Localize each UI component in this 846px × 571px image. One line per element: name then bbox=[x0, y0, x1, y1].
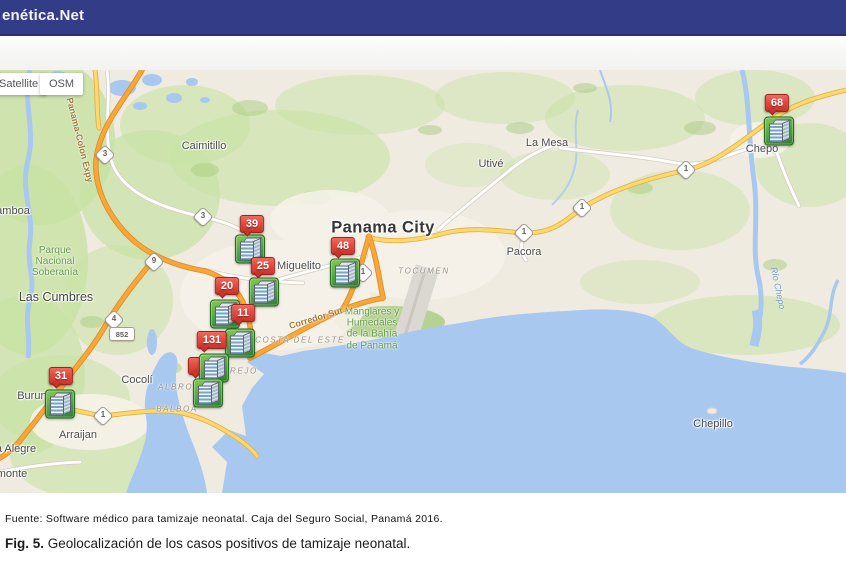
route-shield: 9 bbox=[143, 251, 164, 272]
route-shield: 1 bbox=[92, 405, 113, 426]
route-shield: 852 bbox=[109, 327, 135, 341]
clinic-building-icon[interactable] bbox=[193, 379, 223, 408]
town-label: Arraijan bbox=[59, 429, 97, 441]
road-label: Panama-Colon Expy bbox=[65, 97, 96, 184]
case-count-marker[interactable]: 131 bbox=[197, 331, 227, 349]
map-overlays: Panama City amboa Caimitillo La Mesa Utivé Pa… bbox=[0, 70, 846, 493]
city-label: Panama City bbox=[331, 219, 434, 238]
clinic-building-icon[interactable] bbox=[330, 259, 360, 288]
figure-number: Fig. 5. bbox=[5, 536, 44, 551]
nature-label: Manglares yHumedalesde la Bahíade Panamá bbox=[345, 307, 399, 352]
route-shield: 1 bbox=[675, 159, 696, 180]
app-header: enética.Net bbox=[0, 0, 846, 36]
town-label: La Mesa bbox=[526, 137, 568, 149]
case-count-marker[interactable]: 39 bbox=[240, 215, 264, 233]
town-label: Chepillo bbox=[693, 418, 733, 430]
building-front bbox=[198, 386, 212, 405]
building-front bbox=[254, 285, 268, 304]
figure-caption: Fig. 5. Geolocalización de los casos pos… bbox=[5, 536, 410, 551]
area-label: BALBOA bbox=[156, 405, 198, 414]
clinic-building-icon[interactable] bbox=[225, 329, 255, 358]
town-label: amboa bbox=[0, 205, 30, 217]
building-side bbox=[267, 281, 275, 303]
case-count-marker[interactable]: 20 bbox=[215, 277, 239, 295]
route-shield: 1 bbox=[571, 197, 592, 218]
building-front bbox=[215, 307, 229, 326]
figure-caption-text: Geolocalización de los casos positivos d… bbox=[44, 536, 410, 551]
clinic-building-icon[interactable] bbox=[249, 278, 279, 307]
town-label: Cocolí bbox=[121, 374, 152, 386]
town-label: monte bbox=[0, 468, 27, 480]
map-canvas[interactable]: Panama City amboa Caimitillo La Mesa Utivé Pa… bbox=[0, 70, 846, 493]
case-count-marker[interactable]: 25 bbox=[251, 257, 275, 275]
figure-source: Fuente: Software médico para tamizaje ne… bbox=[5, 513, 443, 525]
brand-logo[interactable]: enética.Net bbox=[2, 7, 84, 24]
building-side bbox=[243, 332, 251, 354]
building-front bbox=[50, 397, 64, 416]
route-shield: 3 bbox=[94, 144, 115, 165]
case-count-marker[interactable]: 68 bbox=[765, 94, 789, 112]
building-front bbox=[769, 124, 783, 143]
building-front bbox=[204, 361, 218, 380]
clinic-building-icon[interactable] bbox=[764, 117, 794, 146]
page: enética.Net bbox=[0, 0, 846, 571]
town-label: Pacora bbox=[507, 246, 542, 258]
route-shield: 3 bbox=[192, 206, 213, 227]
maptype-osm-button[interactable]: OSM bbox=[40, 73, 83, 95]
building-side bbox=[782, 120, 790, 142]
town-label: Miguelito bbox=[277, 260, 321, 272]
case-count-marker[interactable]: 31 bbox=[49, 367, 73, 385]
nature-label: ParqueNacionalSoberanía bbox=[32, 245, 78, 279]
clinic-building-icon[interactable] bbox=[45, 390, 75, 419]
area-label: TOCUMEN bbox=[398, 267, 450, 276]
building-side bbox=[63, 393, 71, 415]
town-label: Utivé bbox=[478, 158, 503, 170]
river-label: Río Chepo bbox=[769, 266, 788, 310]
route-shield: 1 bbox=[513, 222, 534, 243]
road-label: Corredor Sur bbox=[288, 305, 344, 331]
area-label: COSTA DEL ESTE bbox=[255, 336, 345, 345]
town-label: Caimitillo bbox=[182, 140, 227, 152]
building-side bbox=[348, 262, 356, 284]
header-gap bbox=[0, 36, 846, 70]
building-front bbox=[335, 266, 349, 285]
town-label: a Alegre bbox=[0, 443, 36, 455]
case-count-marker[interactable]: 48 bbox=[331, 237, 355, 255]
building-side bbox=[211, 382, 219, 404]
building-side bbox=[217, 357, 225, 379]
building-front bbox=[230, 336, 244, 355]
town-label: Las Cumbres bbox=[19, 290, 93, 304]
case-count-marker[interactable]: 11 bbox=[231, 304, 255, 322]
